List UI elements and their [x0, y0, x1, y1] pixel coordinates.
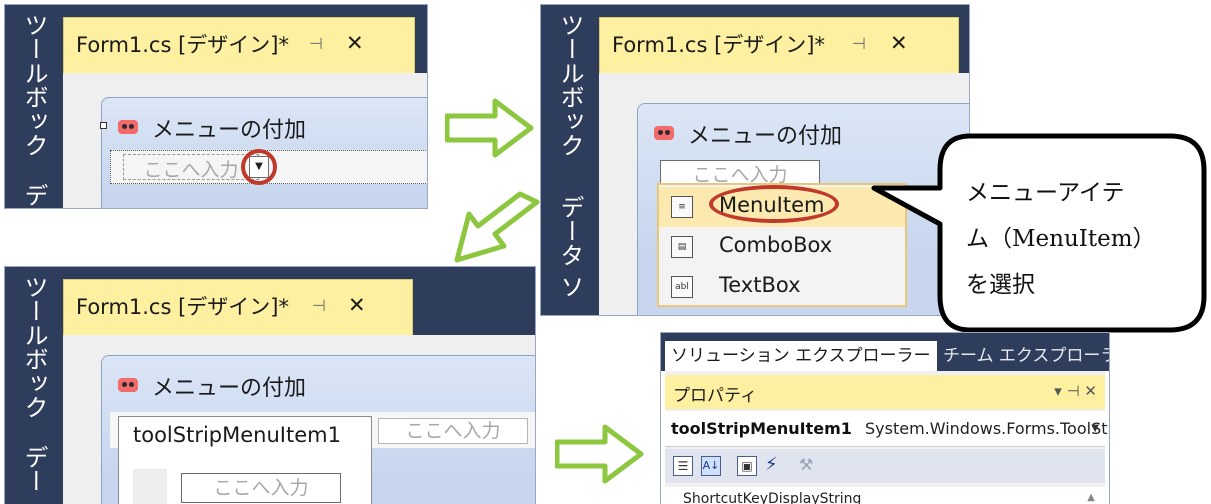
designer-canvas: メニューの付加 toolStripMenuItem1 ここへ入力 ここへ入力	[63, 335, 535, 504]
menu-type-here[interactable]: ここへ入力	[378, 418, 528, 444]
combobox-icon: ▤	[671, 236, 693, 258]
datasource-label[interactable]: デー	[5, 445, 63, 504]
screenshot-properties: ソリューション エクスプローラー チーム エクスプローラー プロパティ ▾ ⊣ …	[660, 332, 1110, 504]
form-icon	[654, 126, 674, 140]
pin-icon[interactable]: ⊣	[312, 296, 326, 315]
form-icon	[118, 378, 138, 392]
arrow-down-left	[454, 191, 540, 263]
highlight-circle	[241, 149, 277, 185]
tab-team-explorer[interactable]: チーム エクスプローラー	[937, 341, 1109, 371]
callout-text: メニューアイテ ム（MenuItem） を選択	[966, 170, 1196, 308]
designer-canvas: メニューの付加 ここへ入力 ▼	[63, 73, 427, 208]
submenu-margin	[133, 469, 167, 504]
toolbox-label[interactable]: ツールボックス	[5, 13, 63, 173]
arrow-right-2	[555, 424, 644, 484]
wrench-icon[interactable]: ⚒	[799, 455, 813, 474]
tab-form1-design[interactable]: Form1.cs [デザイン]* ⊣ ✕	[63, 17, 415, 73]
alphabetical-icon[interactable]: A↓	[701, 456, 721, 476]
close-icon[interactable]: ✕	[346, 31, 364, 55]
properties-toolbar: ☰ A↓ ▣ ⚡ ⚒	[665, 449, 1105, 483]
dropdown-item-label: TextBox	[719, 273, 801, 297]
close-icon[interactable]: ✕	[348, 293, 366, 317]
callout-line: を選択	[966, 272, 1035, 298]
form-icon	[118, 120, 138, 134]
properties-title: プロパティ	[673, 386, 757, 406]
form-window[interactable]: メニューの付加 ここへ入力 ▼	[101, 97, 427, 208]
side-panel: ツールボックス デー	[5, 267, 63, 504]
submenu-type-here[interactable]: ここへ入力	[181, 473, 341, 503]
property-name: ShortcutKeyDisplayString	[683, 491, 862, 504]
datasource-label[interactable]: データ ソース	[541, 195, 599, 313]
pin-icon[interactable]: ⊣	[852, 34, 866, 53]
window-controls[interactable]: ▾ ⊣ ✕	[1054, 382, 1097, 400]
form-title: メニューの付加	[688, 124, 843, 149]
screenshot-step3: ツールボックス デー Form1.cs [デザイン]* ⊣ ✕ メニューの付加 …	[4, 266, 536, 504]
properties-titlebar: プロパティ ▾ ⊣ ✕	[665, 375, 1105, 409]
tab-title: Form1.cs [デザイン]*	[612, 33, 825, 57]
property-row[interactable]: ShortcutKeyDisplayString ▲	[665, 487, 1105, 504]
pin-icon[interactable]: ⊣	[309, 34, 323, 53]
callout-line: メニューアイテ	[966, 180, 1125, 206]
solution-tab-strip: ソリューション エクスプローラー チーム エクスプローラー	[661, 333, 1109, 371]
dropdown-item-label: ComboBox	[719, 233, 833, 257]
arrow-right-1	[445, 98, 534, 158]
toolbox-label[interactable]: ツールボックス	[541, 13, 599, 173]
callout-line: ム（MenuItem）	[966, 226, 1156, 252]
tab-form1-design[interactable]: Form1.cs [デザイン]* ⊣ ✕	[599, 17, 959, 73]
object-selector[interactable]: toolStripMenuItem1 System.Windows.Forms.…	[665, 411, 1109, 447]
object-name: toolStripMenuItem1	[671, 419, 852, 438]
form-window[interactable]: メニューの付加 toolStripMenuItem1 ここへ入力 ここへ入力	[101, 355, 535, 504]
property-pages-icon[interactable]: ▣	[737, 456, 757, 476]
form-corner-handle	[100, 122, 107, 129]
menu-item-icon: ≡	[671, 196, 693, 218]
menu-type-here[interactable]: ここへ入力	[123, 154, 259, 181]
menu-item-name: toolStripMenuItem1	[133, 423, 341, 447]
object-type: System.Windows.Forms.ToolStri	[865, 419, 1110, 438]
side-panel: ツールボックス デ	[5, 5, 63, 208]
tab-title: Form1.cs [デザイン]*	[76, 33, 289, 57]
form-title: メニューの付加	[152, 376, 307, 401]
events-icon[interactable]: ⚡	[765, 454, 778, 475]
dropdown-item-textbox[interactable]: abl TextBox	[659, 267, 905, 307]
dropdown-item-combobox[interactable]: ▤ ComboBox	[659, 227, 905, 267]
textbox-icon: abl	[671, 276, 693, 298]
categorized-icon[interactable]: ☰	[673, 456, 693, 476]
close-icon[interactable]: ✕	[890, 31, 908, 55]
chevron-down-icon[interactable]: ▼	[1091, 423, 1099, 434]
properties-panel: プロパティ ▾ ⊣ ✕ toolStripMenuItem1 System.Wi…	[665, 371, 1109, 504]
form-title: メニューの付加	[152, 118, 307, 143]
screenshot-step1: ツールボックス デ Form1.cs [デザイン]* ⊣ ✕ メニューの付加 こ…	[4, 4, 428, 209]
tab-form1-design[interactable]: Form1.cs [デザイン]* ⊣ ✕	[63, 279, 413, 335]
toolbox-label[interactable]: ツールボックス	[5, 275, 63, 435]
menu-strip[interactable]: ここへ入力 ▼	[110, 149, 427, 185]
side-panel: ツールボックス データ ソース	[541, 5, 599, 315]
scroll-up-icon[interactable]: ▲	[1087, 492, 1095, 503]
datasource-label[interactable]: デ	[5, 183, 63, 208]
tab-title: Form1.cs [デザイン]*	[76, 295, 289, 319]
menu-item-expanded[interactable]: toolStripMenuItem1 ここへ入力	[118, 416, 372, 504]
tab-solution-explorer[interactable]: ソリューション エクスプローラー	[665, 341, 937, 371]
highlight-ellipse	[709, 185, 839, 223]
